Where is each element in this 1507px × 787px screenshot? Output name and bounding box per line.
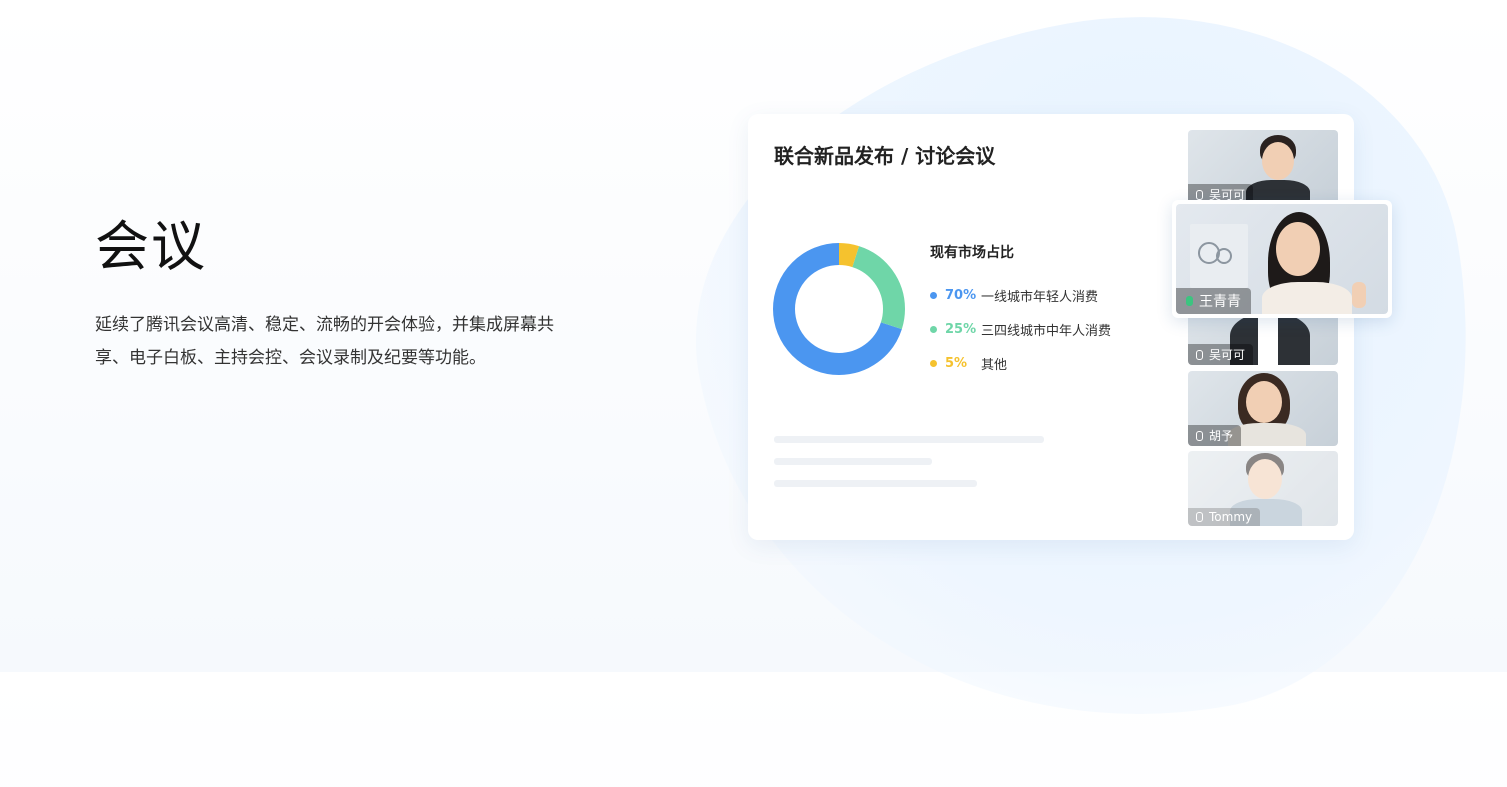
placeholder-line — [774, 436, 1044, 443]
legend-percent: 25% — [945, 321, 977, 337]
participant-name-tag: 吴可可 — [1188, 344, 1254, 365]
legend-label: 三四线城市中年人消费 — [981, 323, 1112, 339]
active-speaker-video-tile[interactable]: 王青青 — [1172, 200, 1392, 318]
legend-item: 70% 一线城市年轻人消费 — [930, 278, 1111, 312]
avatar — [1262, 282, 1352, 314]
participant-name: 胡予 — [1209, 429, 1234, 443]
avatar — [1258, 314, 1278, 365]
placeholder-line — [774, 480, 977, 487]
microphone-icon — [1196, 512, 1203, 522]
legend-item: 25% 三四线城市中年人消费 — [930, 312, 1111, 346]
meeting-title: 联合新品发布 / 讨论会议 — [774, 144, 996, 168]
participant-video-tile[interactable]: 吴可可 — [1188, 130, 1338, 205]
avatar — [1352, 282, 1366, 308]
participant-video-tile[interactable]: Tommy — [1188, 451, 1338, 526]
participant-name-tag: 王青青 — [1176, 288, 1251, 314]
meeting-card: 联合新品发布 / 讨论会议 现有市场占比 70% 一线城市年轻人消费 25% 三… — [748, 114, 1392, 540]
market-share-donut-chart — [773, 243, 905, 375]
participant-name: Tommy — [1209, 510, 1253, 524]
chart-title: 现有市场占比 — [930, 245, 1014, 261]
legend-label: 其他 — [981, 357, 1008, 373]
legend-dot-icon — [930, 291, 937, 299]
placeholder-line — [774, 458, 932, 465]
avatar — [1276, 222, 1320, 276]
microphone-icon — [1196, 349, 1203, 360]
wall-decoration — [1216, 248, 1232, 264]
microphone-icon — [1196, 189, 1203, 200]
legend-dot-icon — [930, 359, 937, 367]
legend-item: 5% 其他 — [930, 346, 1111, 380]
active-speaker-video: 王青青 — [1176, 204, 1388, 314]
wall-decoration — [1190, 224, 1248, 288]
participant-name-tag: 胡予 — [1188, 425, 1242, 446]
hero-section: 会议 延续了腾讯会议高清、稳定、流畅的开会体验，并集成屏幕共享、电子白板、主持会… — [95, 215, 595, 375]
legend-label: 一线城市年轻人消费 — [981, 289, 1099, 305]
avatar — [1246, 381, 1282, 423]
chart-legend: 现有市场占比 70% 一线城市年轻人消费 25% 三四线城市中年人消费 5% 其… — [930, 242, 1111, 380]
hero-title: 会议 — [95, 215, 207, 278]
microphone-active-icon — [1186, 296, 1193, 306]
legend-percent: 5% — [945, 355, 968, 371]
microphone-icon — [1196, 430, 1203, 441]
avatar — [1248, 459, 1282, 499]
participant-video-tile[interactable]: 胡予 — [1188, 371, 1338, 446]
participant-name: 吴可可 — [1209, 348, 1246, 362]
hero-description: 延续了腾讯会议高清、稳定、流畅的开会体验，并集成屏幕共享、电子白板、主持会控、会… — [95, 315, 554, 368]
participant-name-tag: Tommy — [1188, 508, 1261, 526]
avatar — [1262, 142, 1294, 180]
legend-dot-icon — [930, 325, 937, 333]
legend-percent: 70% — [945, 287, 977, 303]
participant-name: 王青青 — [1199, 294, 1241, 310]
